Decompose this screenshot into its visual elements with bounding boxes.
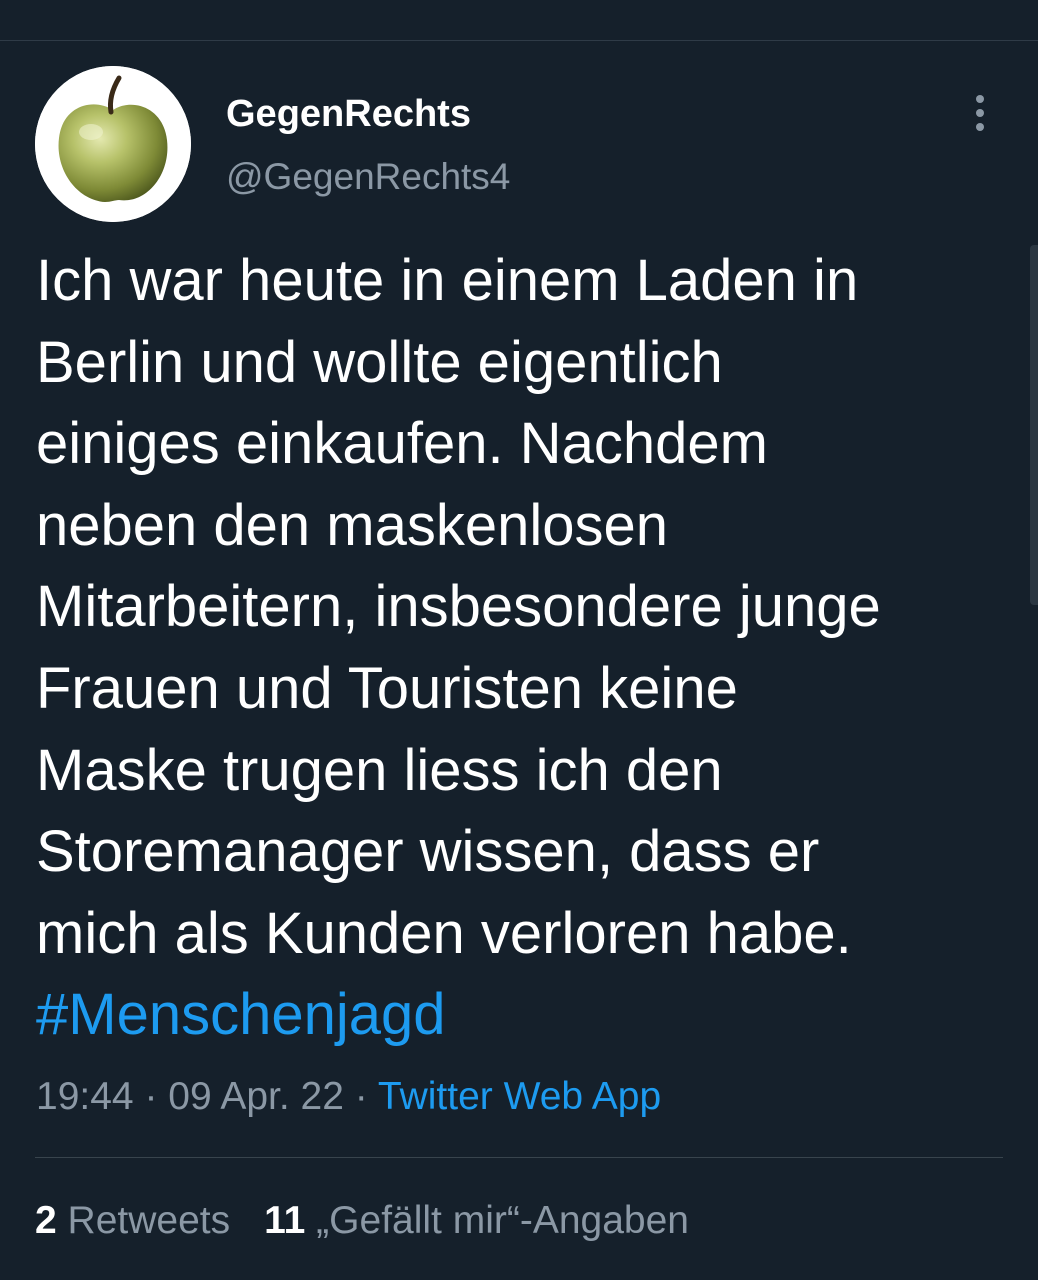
likes-stat[interactable]: 11 „Gefällt mir“-Angaben [264,1199,689,1242]
more-options-button[interactable] [960,88,1000,138]
tweet-meta: 19:44 · 09 Apr. 22 · Twitter Web App [36,1072,661,1122]
tweet-stats: 2 Retweets 11 „Gefällt mir“-Angaben [35,1196,689,1246]
meta-separator: · [343,1075,378,1118]
avatar[interactable] [35,66,191,222]
retweets-count: 2 [35,1199,57,1242]
tweet-text-line: Frauen und Touristen keine [36,655,738,721]
tweet-text-line: neben den maskenlosen [36,492,669,558]
tweet-source-link[interactable]: Twitter Web App [378,1075,661,1118]
stats-divider [35,1157,1003,1158]
likes-count: 11 [264,1199,306,1242]
retweets-label: Retweets [56,1199,231,1242]
tweet-text-line: Berlin und wollte eigentlich [36,329,723,395]
scrollbar-thumb[interactable] [1030,245,1038,605]
hashtag-link[interactable]: #Menschenjagd [36,974,1016,1056]
author-display-name[interactable]: GegenRechts [226,90,471,138]
tweet-time[interactable]: 19:44 [36,1075,134,1118]
tweet-text-line: Ich war heute in einem Laden in [36,248,859,313]
retweets-stat[interactable]: 2 Retweets [35,1199,230,1242]
author-handle[interactable]: @GegenRechts4 [226,153,510,201]
top-divider [0,40,1038,41]
tweet-text-line: Mitarbeitern, insbesondere junge [36,574,881,640]
tweet-text-line: einiges einkaufen. Nachdem [36,411,768,477]
tweet-text-line: mich als Kunden verloren habe. [36,900,852,966]
tweet-text: Ich war heute in einem Laden in Berlin u… [36,240,1016,1056]
likes-label: „Gefällt mir“-Angaben [305,1199,689,1242]
more-vertical-icon-dot [976,123,984,131]
tweet-text-line: Maske trugen liess ich den [36,737,723,803]
more-vertical-icon [976,95,984,103]
green-apple-avatar-icon [35,66,191,222]
tweet-date[interactable]: 09 Apr. 22 [168,1075,344,1118]
meta-separator: · [133,1075,169,1118]
tweet-text-line: Storemanager wissen, dass er [36,819,820,885]
more-vertical-icon-dot [976,109,984,117]
